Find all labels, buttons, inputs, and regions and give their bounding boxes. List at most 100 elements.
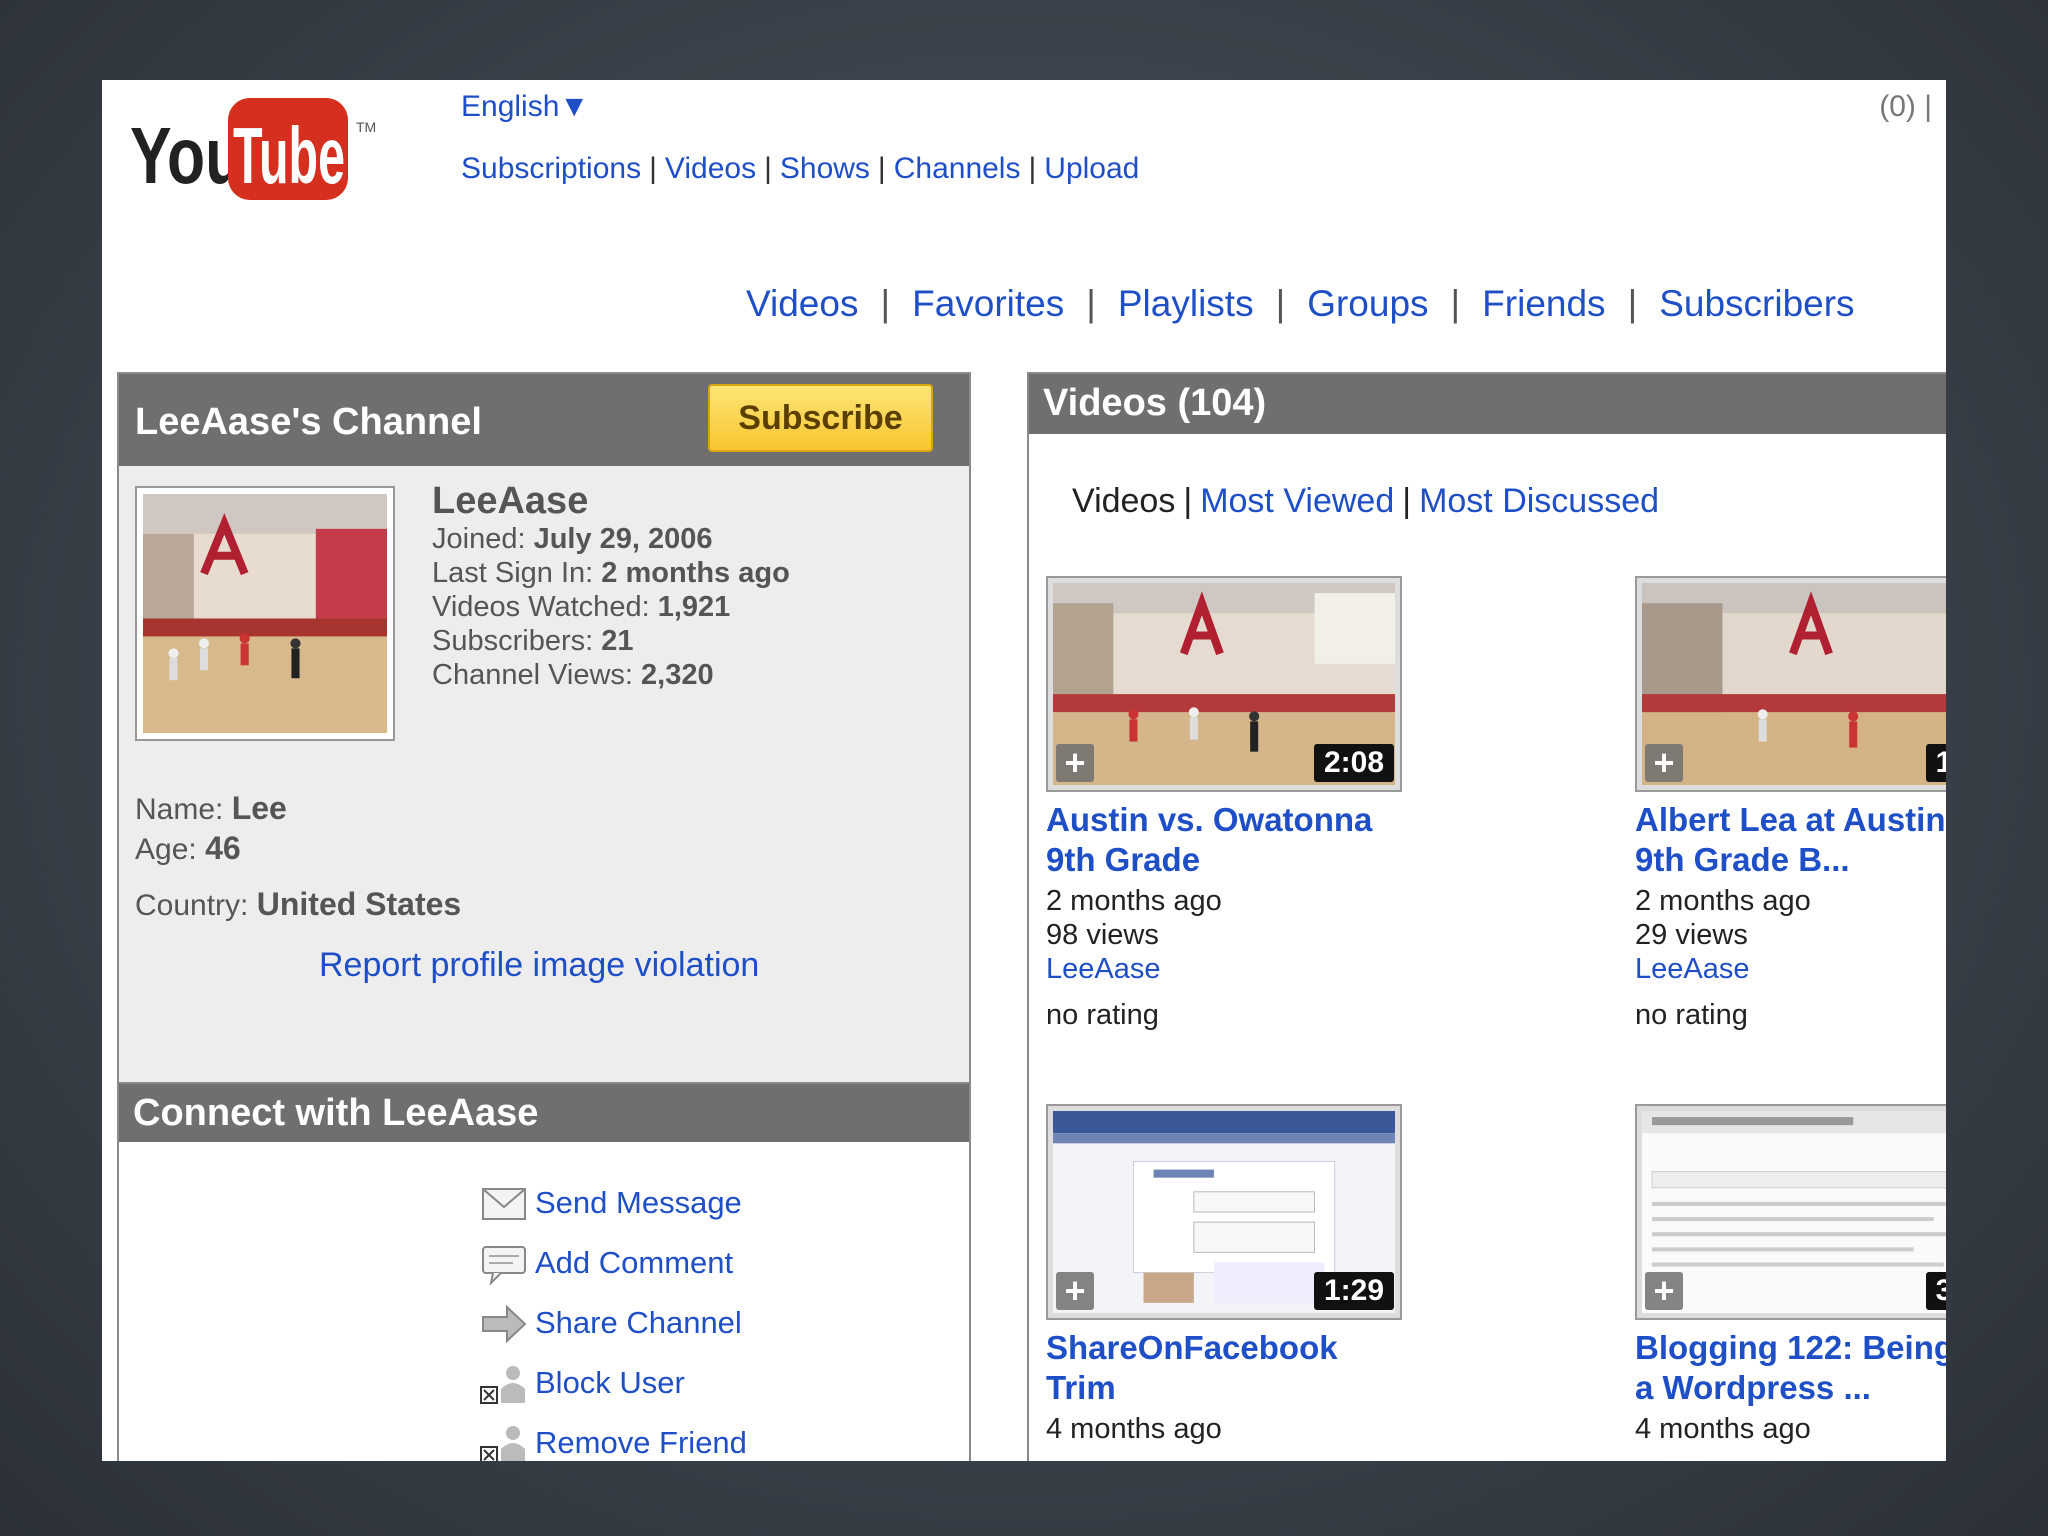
video-card: + 2:08 Austin vs. Owatonna 9th Grade 2 m… xyxy=(1046,576,1606,1032)
send-message-link[interactable]: Send Message xyxy=(535,1185,742,1221)
name-label: Name: xyxy=(135,793,224,826)
tab-videos-current: Videos xyxy=(1072,482,1176,520)
svg-text:TM: TM xyxy=(356,119,376,135)
video-user-link[interactable]: LeeAase xyxy=(1635,952,1946,986)
channel-tab-friends[interactable]: Friends xyxy=(1482,283,1605,324)
subscribers-label: Subscribers: xyxy=(432,625,594,657)
share-arrow-icon xyxy=(479,1303,529,1345)
subscribers-value: 21 xyxy=(601,625,634,657)
profile-username: LeeAase xyxy=(432,480,589,522)
video-title[interactable]: ShareOnFacebook Trim xyxy=(1046,1328,1606,1408)
video-duration: 1:29 xyxy=(1313,1272,1394,1310)
channel-views-label: Channel Views: xyxy=(432,659,633,691)
tab-most-viewed[interactable]: Most Viewed xyxy=(1200,482,1394,520)
video-card: + 1:3 Albert Lea at Austin 9th Grade B..… xyxy=(1635,576,1946,1032)
video-meta: 4 months ago xyxy=(1046,1412,1606,1446)
youtube-logo[interactable]: You Tube TM xyxy=(130,88,420,208)
video-title-line1[interactable]: Blogging 122: Being xyxy=(1635,1328,1946,1368)
share-channel-link[interactable]: Share Channel xyxy=(535,1305,742,1341)
joined-row: Joined: July 29, 2006 xyxy=(432,522,790,556)
subscribe-button[interactable]: Subscribe xyxy=(708,384,933,452)
logo-tm-text: TM xyxy=(356,119,376,135)
video-rating: no rating xyxy=(1635,999,1748,1031)
video-duration: 1:3 xyxy=(1925,744,1946,782)
nav-channels[interactable]: Channels xyxy=(894,152,1021,185)
joined-value: July 29, 2006 xyxy=(533,523,713,555)
video-age: 2 months ago xyxy=(1635,885,1811,917)
svg-text:Tube: Tube xyxy=(233,111,345,200)
video-meta: 4 months ago xyxy=(1635,1412,1946,1446)
age-value: 46 xyxy=(205,830,241,866)
last-sign-in-value: 2 months ago xyxy=(601,557,790,589)
nav-upload[interactable]: Upload xyxy=(1044,152,1139,185)
channel-tab-playlists[interactable]: Playlists xyxy=(1118,283,1254,324)
channel-nav: Videos | Favorites | Playlists | Groups | Friend… xyxy=(746,283,1855,324)
video-title[interactable]: Albert Lea at Austin 9th Grade B... xyxy=(1635,800,1946,880)
subscribers-row: Subscribers: 21 xyxy=(432,624,790,658)
videos-watched-value: 1,921 xyxy=(657,591,731,623)
country-row: Country: United States xyxy=(135,886,461,923)
video-title-line1[interactable]: Austin vs. Owatonna xyxy=(1046,800,1606,840)
video-title-line2[interactable]: 9th Grade xyxy=(1046,840,1606,880)
add-comment-link[interactable]: Add Comment xyxy=(535,1245,733,1281)
avatar-image xyxy=(143,494,387,733)
svg-text:You: You xyxy=(130,112,243,201)
report-profile-image-link[interactable]: Report profile image violation xyxy=(319,946,759,985)
add-to-quicklist-icon[interactable]: + xyxy=(1645,744,1683,782)
nav-subscriptions[interactable]: Subscriptions xyxy=(461,152,641,185)
name-value: Lee xyxy=(231,790,287,826)
video-duration: 2:08 xyxy=(1313,744,1394,782)
video-thumbnail[interactable]: + 1:3 xyxy=(1635,576,1946,792)
video-thumbnail[interactable]: + 3:4 xyxy=(1635,1104,1946,1320)
avatar[interactable] xyxy=(135,486,395,741)
video-title-line2[interactable]: a Wordpress ... xyxy=(1635,1368,1946,1408)
browser-screen: You Tube TM English▼ Subscriptions | Video… xyxy=(102,80,1946,1461)
nav-shows[interactable]: Shows xyxy=(780,152,870,185)
logo-you-text: You xyxy=(130,112,243,201)
country-label: Country: xyxy=(135,889,249,922)
video-age: 4 months ago xyxy=(1046,1413,1222,1445)
cart-count[interactable]: (0) | xyxy=(1879,90,1932,124)
video-title-line1[interactable]: ShareOnFacebook xyxy=(1046,1328,1606,1368)
video-thumbnail[interactable]: + 1:29 xyxy=(1046,1104,1402,1320)
add-to-quicklist-icon[interactable]: + xyxy=(1056,1272,1094,1310)
nav-videos[interactable]: Videos xyxy=(665,152,756,185)
remove-friend-icon xyxy=(479,1423,529,1461)
video-thumbnail-image xyxy=(1642,1111,1946,1313)
connect-box: Connect with LeeAase Send Message Add Co… xyxy=(117,1082,971,1461)
video-title[interactable]: Blogging 122: Being a Wordpress ... xyxy=(1635,1328,1946,1408)
video-meta: 2 months ago 29 views LeeAase no rating xyxy=(1635,884,1946,1032)
age-label: Age: xyxy=(135,833,197,866)
channel-views-row: Channel Views: 2,320 xyxy=(432,658,790,692)
envelope-icon xyxy=(479,1183,529,1225)
tab-most-discussed[interactable]: Most Discussed xyxy=(1419,482,1659,520)
add-to-quicklist-icon[interactable]: + xyxy=(1056,744,1094,782)
video-thumbnail[interactable]: + 2:08 xyxy=(1046,576,1402,792)
video-title[interactable]: Austin vs. Owatonna 9th Grade xyxy=(1046,800,1606,880)
video-duration: 3:4 xyxy=(1925,1272,1946,1310)
name-row: Name: Lee xyxy=(135,790,287,827)
video-user-link[interactable]: LeeAase xyxy=(1046,952,1606,986)
channel-tab-subscribers[interactable]: Subscribers xyxy=(1659,283,1854,324)
connect-box-header: Connect with LeeAase xyxy=(119,1084,969,1142)
last-sign-in-label: Last Sign In: xyxy=(432,557,594,589)
channel-tab-videos[interactable]: Videos xyxy=(746,283,858,324)
video-thumbnail-image xyxy=(1642,583,1946,785)
add-to-quicklist-icon[interactable]: + xyxy=(1645,1272,1683,1310)
video-title-line2[interactable]: 9th Grade B... xyxy=(1635,840,1946,880)
video-title-line2[interactable]: Trim xyxy=(1046,1368,1606,1408)
profile-info: LeeAase Joined: July 29, 2006 Last Sign … xyxy=(432,480,790,692)
channel-tab-favorites[interactable]: Favorites xyxy=(912,283,1064,324)
remove-friend-link[interactable]: Remove Friend xyxy=(535,1425,747,1461)
block-user-link[interactable]: Block User xyxy=(535,1365,685,1401)
last-sign-in-row: Last Sign In: 2 months ago xyxy=(432,556,790,590)
channel-tab-groups[interactable]: Groups xyxy=(1307,283,1428,324)
video-age: 2 months ago xyxy=(1046,885,1222,917)
video-card: + 3:4 Blogging 122: Being a Wordpress ..… xyxy=(1635,1104,1946,1446)
block-user-icon xyxy=(479,1363,529,1405)
language-selector[interactable]: English▼ xyxy=(461,90,589,124)
age-row: Age: 46 xyxy=(135,830,241,867)
video-views: 98 views xyxy=(1046,919,1159,951)
video-title-line1[interactable]: Albert Lea at Austin xyxy=(1635,800,1946,840)
country-value: United States xyxy=(256,886,462,922)
